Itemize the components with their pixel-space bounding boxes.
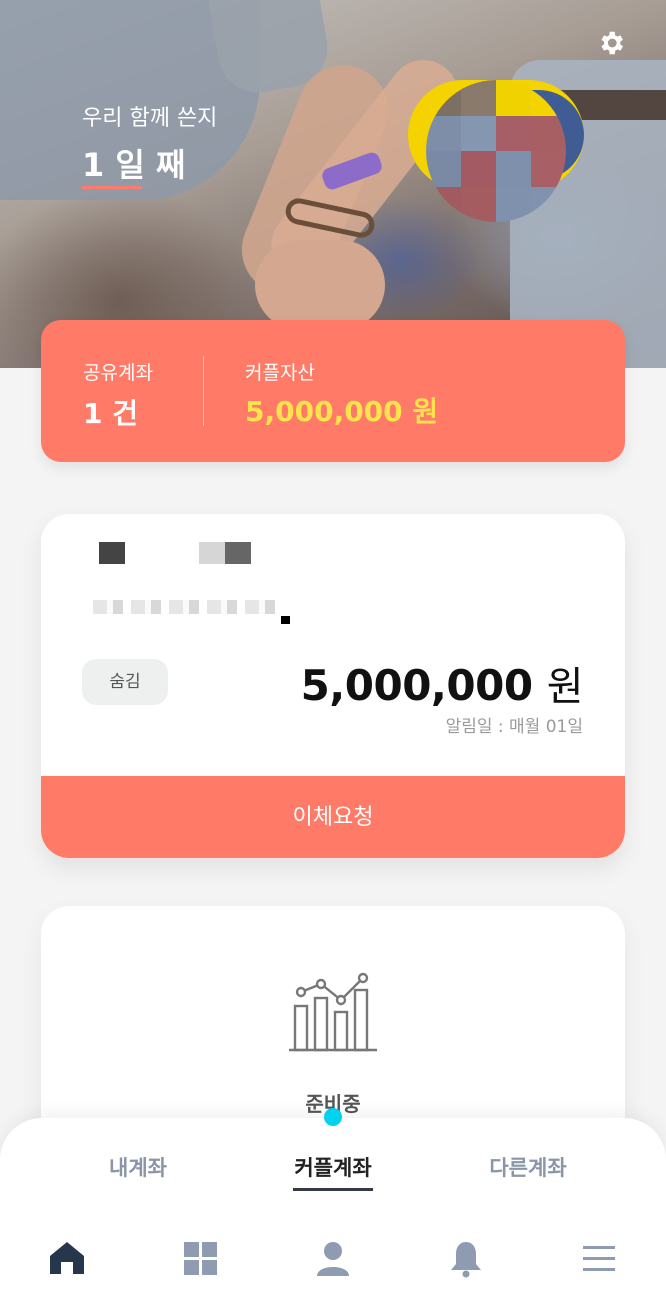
- summary-divider: [203, 356, 204, 426]
- couple-assets-label: 커플자산: [245, 362, 315, 384]
- tab-other-account[interactable]: 다른계좌: [448, 1152, 608, 1182]
- menu-icon[interactable]: [579, 1238, 619, 1278]
- couple-summary-card: 공유계좌 1 건 커플자산 5,000,000 원: [41, 320, 625, 462]
- redacted-account-number: [93, 600, 283, 614]
- shared-account-count: 1 건: [83, 397, 138, 430]
- couple-avatar[interactable]: [408, 80, 584, 222]
- days-underline: [82, 186, 142, 189]
- hero-photo-shape: [255, 240, 385, 330]
- redacted-text: [99, 542, 125, 564]
- redacted-text: [199, 542, 225, 564]
- account-balance: 5,000,000 원: [300, 654, 584, 712]
- bell-icon[interactable]: [446, 1238, 486, 1278]
- transfer-request-button[interactable]: 이체요청: [41, 776, 625, 858]
- page-indicator-dot: [324, 1108, 342, 1126]
- redacted-text: [225, 542, 251, 564]
- gear-icon[interactable]: [596, 28, 626, 58]
- together-since-label: 우리 함께 쓴지: [82, 106, 218, 131]
- active-tab-underline: [293, 1188, 373, 1191]
- shared-account-label: 공유계좌: [83, 362, 153, 384]
- gear-icon-graphic: [601, 31, 623, 55]
- tab-couple-account[interactable]: 커플계좌: [253, 1152, 413, 1182]
- hide-button[interactable]: 숨김: [82, 659, 168, 705]
- grid-icon[interactable]: [180, 1238, 220, 1278]
- home-icon[interactable]: [47, 1238, 87, 1278]
- bottom-navigation: 내계좌 커플계좌 다른계좌: [0, 1118, 666, 1314]
- chart-icon: [289, 972, 377, 1052]
- balance-value: 5,000,000: [300, 661, 533, 710]
- alarm-date: 알림일 : 매월 01일: [445, 717, 583, 737]
- couple-assets-value: 5,000,000 원: [245, 395, 439, 428]
- redacted-text: [281, 616, 290, 624]
- person-icon[interactable]: [313, 1238, 353, 1278]
- days-count: 1 일 째: [82, 146, 186, 184]
- tab-my-account[interactable]: 내계좌: [58, 1152, 218, 1182]
- shared-account-card[interactable]: 숨김 5,000,000 원 알림일 : 매월 01일 이체요청: [41, 514, 625, 858]
- balance-unit: 원: [546, 664, 584, 710]
- hero-banner: 우리 함께 쓴지 1 일 째: [0, 0, 666, 368]
- avatar-mosaic: [426, 80, 566, 222]
